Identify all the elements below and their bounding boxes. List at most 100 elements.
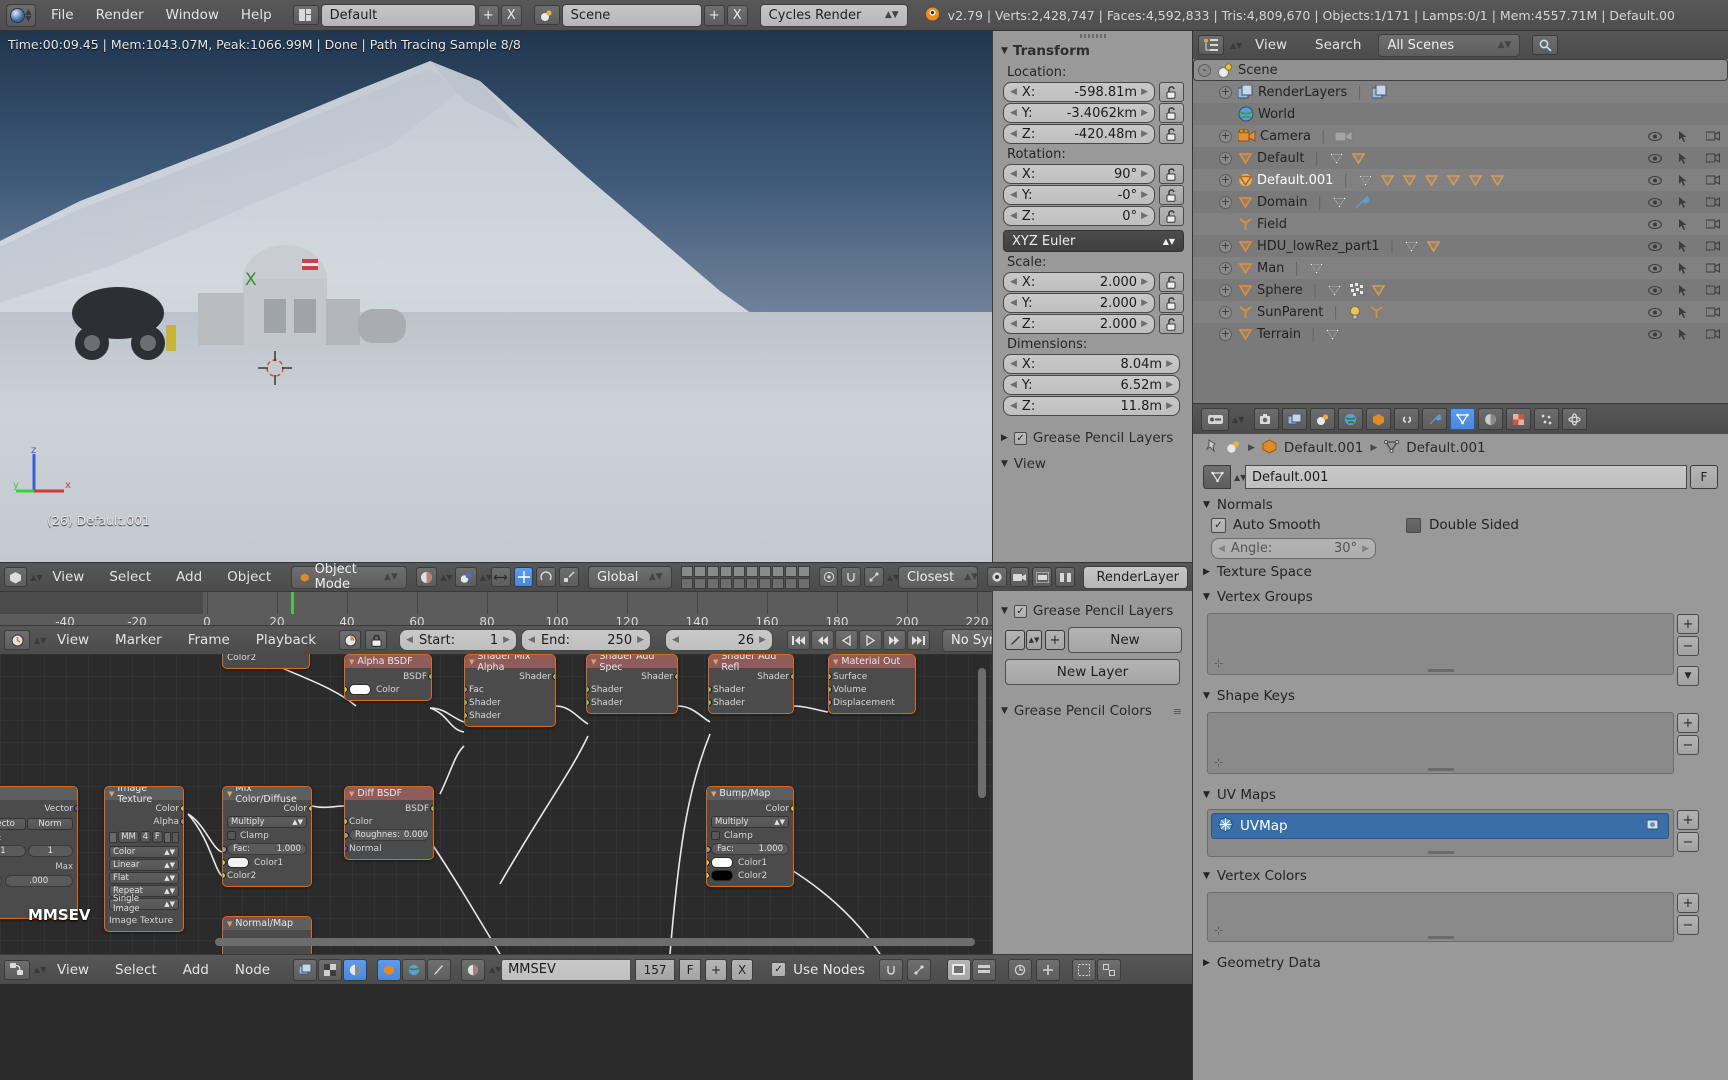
decrement-icon[interactable]: ◀: [1010, 169, 1017, 179]
mesh-data-icon[interactable]: [1404, 240, 1419, 253]
tab-particles[interactable]: [1534, 408, 1559, 430]
node-diff-bsdf[interactable]: ▼ Diff BSDF BSDF Color Roughnes: 0.000 N…: [344, 786, 434, 860]
node-shader-mix-alpha[interactable]: ▼ Shader Mix Alpha Shader Fac Shader Sha…: [464, 654, 556, 727]
auto-smooth-angle-field[interactable]: ◀ Angle: 30° ▶: [1211, 538, 1376, 559]
list-grip[interactable]: [1427, 936, 1454, 939]
remove-shape-key-button[interactable]: −: [1677, 735, 1699, 755]
lock-location-y-button[interactable]: [1159, 103, 1184, 123]
input-socket[interactable]: [465, 699, 468, 706]
add-shape-key-button[interactable]: +: [1677, 713, 1699, 733]
screen-layout-select[interactable]: Default: [320, 3, 476, 27]
normals-panel-header[interactable]: ▼ Normals: [1193, 492, 1728, 517]
output-socket[interactable]: [790, 805, 793, 812]
list-grip[interactable]: [1427, 669, 1454, 672]
timeline-menu-frame[interactable]: Frame: [177, 627, 241, 653]
outliner-item-label[interactable]: Sphere: [1257, 283, 1303, 298]
blender-logo-button[interactable]: ▲ ▼: [6, 3, 36, 27]
material-icon[interactable]: [1351, 152, 1366, 165]
list-grip[interactable]: [1427, 768, 1454, 771]
remove-vertex-group-button[interactable]: −: [1677, 636, 1699, 656]
material-fake-user-button[interactable]: F: [679, 958, 702, 981]
chevron-updown-icon[interactable]: ▲▼: [1234, 473, 1246, 481]
node-editor-type-icon[interactable]: [4, 959, 30, 980]
node-input-row[interactable]: Shader: [587, 683, 673, 696]
shader-from-world-button[interactable]: [402, 958, 427, 981]
color2-swatch[interactable]: [711, 870, 733, 881]
shader-type-material-button[interactable]: [343, 958, 368, 981]
node-output-row[interactable]: BSDF: [349, 802, 433, 815]
timeline-menu-marker[interactable]: Marker: [104, 627, 173, 653]
clamp-checkbox[interactable]: [711, 831, 720, 840]
render-camera-button[interactable]: [1009, 567, 1030, 587]
color-input-row[interactable]: Color: [345, 815, 429, 828]
increment-icon[interactable]: ▶: [1141, 298, 1148, 308]
mesh-data-icon[interactable]: [1327, 284, 1342, 297]
node-mix-color-diffuse[interactable]: ▼ Mix Color/Diffuse Color Multiply ▲▼ Cla…: [222, 786, 312, 887]
hide-toggle[interactable]: [1648, 131, 1662, 142]
lock-rotation-z-button[interactable]: [1159, 206, 1184, 226]
snap-node-element-button[interactable]: [906, 958, 931, 981]
select-toggle[interactable]: [1678, 174, 1690, 187]
material-browse-icon[interactable]: [461, 958, 486, 981]
color2-socket[interactable]: [707, 872, 710, 879]
uv-maps-list[interactable]: UVMap + −: [1207, 809, 1699, 857]
hide-toggle[interactable]: [1648, 153, 1662, 164]
viewport-menu-view[interactable]: View: [41, 564, 95, 590]
grease-pencil-draw-icon[interactable]: [1005, 630, 1025, 650]
node-output-row[interactable]: Color: [109, 802, 183, 815]
viewport-3d[interactable]: X Time:00:09.45 | Mem:1043.07M, Peak:106…: [0, 31, 992, 562]
outliner-expand-toggle[interactable]: +: [1219, 239, 1232, 253]
decrement-icon[interactable]: ◀: [1010, 190, 1017, 200]
mapping-min-value[interactable]: .000: [0, 875, 2, 887]
hide-toggle[interactable]: [1648, 263, 1662, 274]
view-panel-header[interactable]: ▼ View: [993, 450, 1192, 476]
color-swatch[interactable]: [349, 684, 371, 695]
input-socket[interactable]: [587, 699, 590, 706]
fac-field[interactable]: Fac: 1.000: [223, 843, 307, 855]
scene-icon[interactable]: [1226, 440, 1241, 457]
grease-pencil-new-button[interactable]: New: [1068, 627, 1182, 653]
node-header[interactable]: ▼ Shader Add Spec: [587, 655, 677, 673]
node-input-row[interactable]: Displacement: [829, 696, 911, 709]
image-users-count[interactable]: 4: [139, 831, 151, 843]
tab-scene[interactable]: [1310, 408, 1335, 430]
increment-icon[interactable]: ▶: [1166, 359, 1173, 369]
uv-map-item[interactable]: UVMap: [1211, 813, 1669, 839]
timeline-menu-view[interactable]: View: [46, 627, 100, 653]
location-z-field[interactable]: ◀ Z: -420.48m ▶: [1003, 124, 1155, 144]
node-input-row[interactable]: Shader: [465, 696, 551, 709]
scene-select[interactable]: Scene: [561, 3, 702, 27]
color2-row[interactable]: Color2: [707, 869, 789, 882]
mapping-max-value[interactable]: .000: [4, 875, 73, 887]
outliner-item-label[interactable]: Man: [1257, 261, 1284, 276]
panel-menu-icon[interactable]: ≡: [1173, 705, 1182, 718]
material-icon[interactable]: [1402, 174, 1417, 187]
node-header[interactable]: ▼ apping: [0, 787, 77, 800]
rotation-y-field[interactable]: ◀ Y: -0° ▶: [1003, 185, 1155, 205]
viewport-menu-select[interactable]: Select: [98, 564, 162, 590]
delete-screen-button[interactable]: X: [500, 4, 522, 26]
list-expand-icon[interactable]: ⊹: [1214, 756, 1223, 769]
hide-toggle[interactable]: [1648, 197, 1662, 208]
clamp-row[interactable]: Clamp: [227, 829, 307, 842]
output-socket[interactable]: [308, 805, 311, 812]
material-users-button[interactable]: 157: [635, 958, 676, 981]
lock-scale-x-button[interactable]: [1159, 272, 1184, 292]
increment-icon[interactable]: ▶: [1141, 190, 1148, 200]
render-toggle[interactable]: [1706, 218, 1720, 230]
outliner-expand-toggle[interactable]: +: [1219, 283, 1232, 297]
browse-image-icon[interactable]: [109, 831, 118, 843]
select-toggle[interactable]: [1678, 306, 1690, 319]
lock-location-z-button[interactable]: [1159, 124, 1184, 144]
outliner-row-domain[interactable]: + Domain |: [1193, 191, 1728, 213]
tab-constraints[interactable]: [1394, 408, 1419, 430]
opengl-render-button[interactable]: [986, 567, 1007, 587]
node-header[interactable]: ▼ Material Out: [829, 655, 915, 668]
increment-icon[interactable]: ▶: [1362, 544, 1369, 554]
select-toggle[interactable]: [1678, 240, 1690, 253]
tab-object[interactable]: [1366, 408, 1391, 430]
node-header[interactable]: ▼ Image Texture: [105, 787, 183, 805]
outliner-filter-button[interactable]: [1532, 35, 1559, 55]
scale-z-field[interactable]: ◀ Z: 2.000 ▶: [1003, 314, 1155, 334]
select-toggle[interactable]: [1678, 262, 1690, 275]
